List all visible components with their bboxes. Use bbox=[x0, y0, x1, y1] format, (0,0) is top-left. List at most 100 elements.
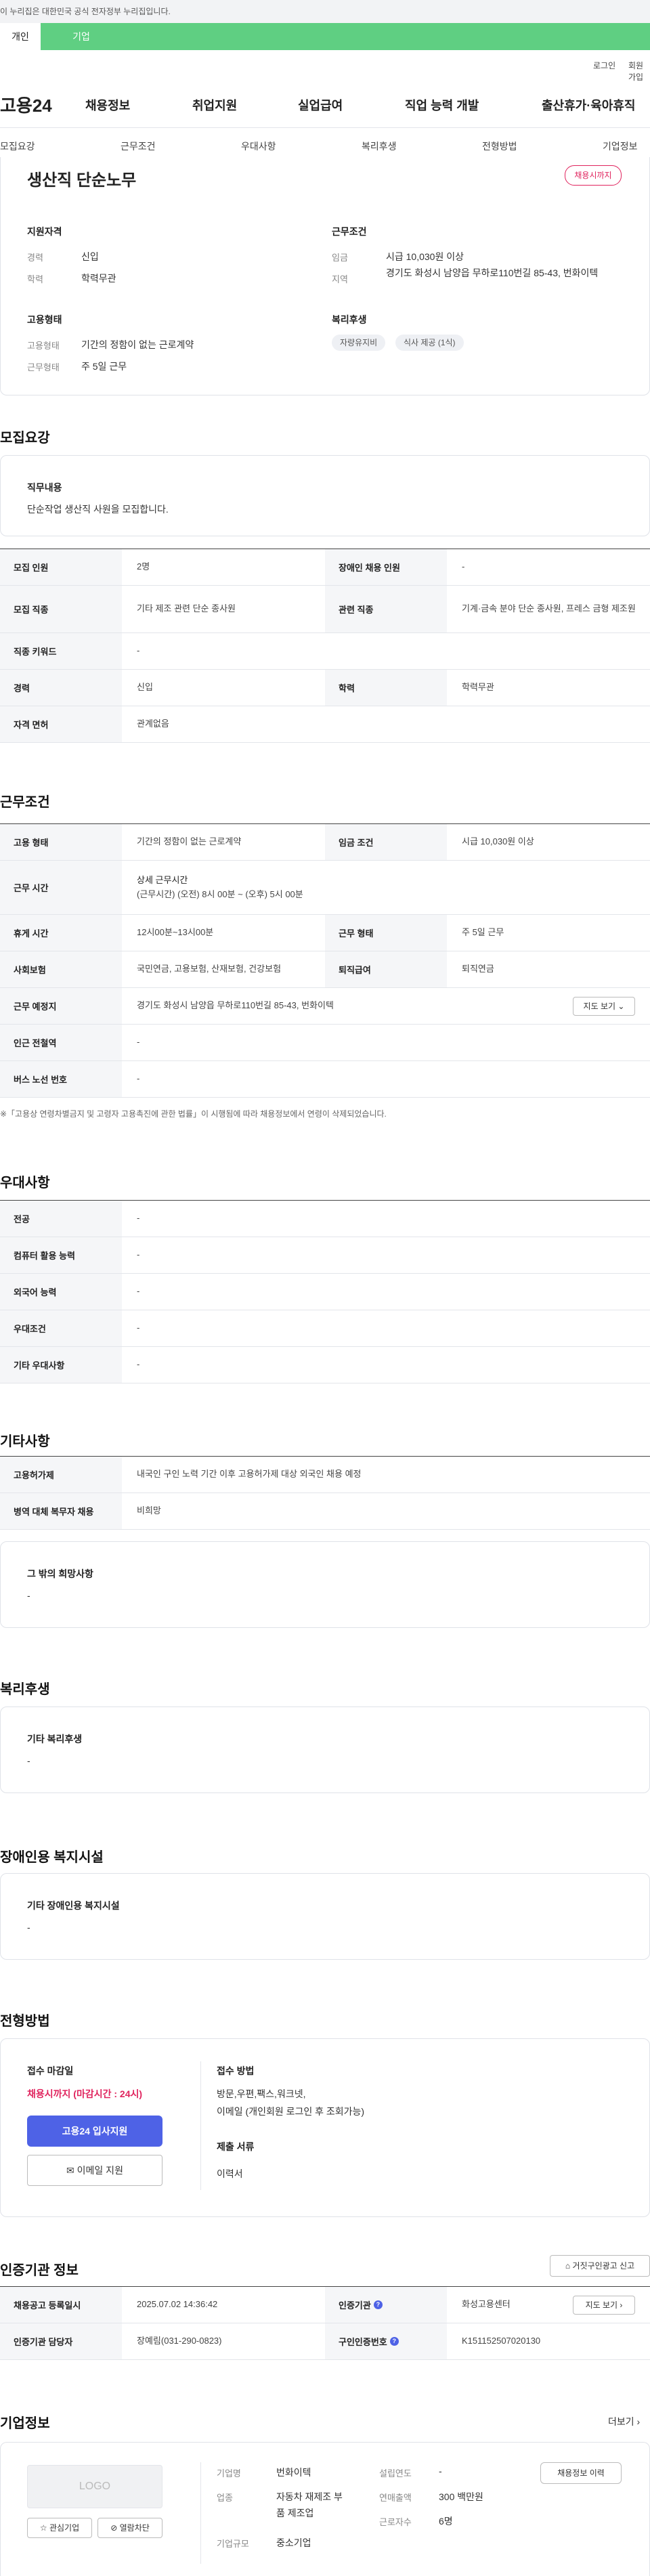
help-icon[interactable]: ? bbox=[373, 2300, 383, 2309]
subnav-preference[interactable]: 우대사항 bbox=[241, 139, 276, 153]
table-cell: K151152507020130 bbox=[462, 2336, 541, 2346]
table-row: 사회보험 국민연금, 고용보험, 산재보험, 건강보험 퇴직급여 퇴직연금 bbox=[0, 951, 650, 988]
welfare-other-heading: 기타 복리후생 bbox=[27, 1734, 83, 1744]
tab-company[interactable]: 기업 bbox=[41, 23, 122, 50]
gnb-item-parental-leave[interactable]: 출산휴가·육아휴직 bbox=[542, 96, 635, 114]
report-fake-ad-button[interactable]: ⌂ 거짓구인광고 신고 bbox=[550, 2255, 650, 2277]
table-header-cell: 휴게 시간 bbox=[0, 915, 122, 951]
disabled-heading: 기타 장애인용 복지시설 bbox=[27, 1900, 120, 1911]
block-company-button[interactable]: ⊘ 열람차단 bbox=[98, 2518, 162, 2538]
job-history-button[interactable]: 채용정보 이력 bbox=[540, 2462, 622, 2484]
gnb-item-jobs[interactable]: 채용정보 bbox=[85, 96, 130, 114]
apply-button[interactable]: 고용24 입사지원 bbox=[27, 2116, 162, 2147]
map-button[interactable]: 지도 보기 › bbox=[573, 2296, 635, 2315]
work-section-title: 근무조건 bbox=[0, 795, 50, 810]
table-row: 경력 신입 학력 학력무관 bbox=[0, 670, 650, 706]
table-header-cell: 근무 형태 bbox=[325, 915, 447, 951]
table-cell: - bbox=[137, 1359, 140, 1370]
table-cell: 비희망 bbox=[137, 1505, 161, 1516]
wage-value: 시급 10,030원 이상 bbox=[386, 251, 464, 262]
career-value: 신입 bbox=[81, 251, 99, 262]
table-header-cell: 우대조건 bbox=[0, 1310, 122, 1346]
table-header-cell: 관련 직종 bbox=[325, 586, 447, 632]
table-header-cell: 경력 bbox=[0, 670, 122, 706]
join-link[interactable]: 회원가입 bbox=[628, 60, 650, 83]
subnav-conditions[interactable]: 근무조건 bbox=[121, 139, 156, 153]
welfare-card bbox=[0, 1706, 650, 1793]
subnav-company[interactable]: 기업정보 bbox=[603, 139, 638, 153]
table-row: 휴게 시간 12시00분~13시00분 근무 형태 주 5일 근무 bbox=[0, 915, 650, 951]
company-name-value: 번화이텍 bbox=[276, 2467, 311, 2478]
table-cell: - bbox=[462, 561, 465, 572]
table-header-cell: 모집 직종 bbox=[0, 586, 122, 632]
table-cell: - bbox=[137, 1073, 140, 1084]
cert-section-title: 인증기관 정보 bbox=[0, 2263, 79, 2278]
welfare-other-value: - bbox=[27, 1755, 30, 1766]
table-cell: 기계·금속 분야 단순 종사원, 프레스 금형 제조원 bbox=[462, 603, 636, 614]
company-size-value: 중소기업 bbox=[276, 2537, 311, 2548]
table-header-cell: 전공 bbox=[0, 1201, 122, 1237]
table-row: 외국어 능력 - bbox=[0, 1274, 650, 1310]
gnb-item-employment-support[interactable]: 취업지원 bbox=[192, 96, 237, 114]
map-button[interactable]: 지도 보기 ⌄ bbox=[573, 997, 635, 1016]
table-cell: 관계없음 bbox=[137, 718, 169, 729]
table-cell: 주 5일 근무 bbox=[462, 927, 504, 938]
table-cell: - bbox=[137, 1249, 140, 1260]
table-header-cell: 구인인증번호? bbox=[325, 2323, 447, 2359]
divider bbox=[200, 2061, 201, 2190]
table-cell: 학력무관 bbox=[462, 682, 494, 693]
table-row: 고용 형태 기간의 정함이 없는 근로계약 임금 조건 시급 10,030원 이… bbox=[0, 824, 650, 861]
qualification-heading: 지원자격 bbox=[27, 226, 62, 237]
table-row: 인근 전철역 - bbox=[0, 1025, 650, 1061]
subnav-recruit[interactable]: 모집요강 bbox=[0, 139, 35, 153]
table-header-cell: 채용공고 등록일시 bbox=[0, 2287, 122, 2323]
table-cell: - bbox=[137, 645, 140, 656]
gnb-item-training[interactable]: 직업 능력 개발 bbox=[405, 96, 479, 114]
login-link[interactable]: 로그인 bbox=[593, 60, 615, 71]
table-row: 병역 대체 복무자 채용 비희망 bbox=[0, 1493, 650, 1530]
email-apply-button[interactable]: ✉ 이메일 지원 bbox=[27, 2155, 162, 2186]
method-value-2: 이메일 (개인회원 로그인 후 조회가능) bbox=[217, 2106, 365, 2117]
education-value: 학력무관 bbox=[81, 273, 116, 284]
table-row: 자격 면허 관계없음 bbox=[0, 706, 650, 743]
chevron-down-icon: ⌄ bbox=[618, 1002, 625, 1011]
conditions-heading: 근무조건 bbox=[332, 226, 367, 237]
employment-type-heading: 고용형태 bbox=[27, 314, 62, 325]
tab-individual[interactable]: 개인 bbox=[0, 23, 41, 50]
work-type-label: 근무형태 bbox=[27, 362, 60, 372]
table-row: 모집 직종 기타 제조 관련 단순 종사원 관련 직종 기계·금속 분야 단순 … bbox=[0, 586, 650, 633]
divider bbox=[200, 2462, 201, 2564]
other-wishes-value: - bbox=[27, 1590, 30, 1601]
table-row: 고용허가제 내국인 구인 노력 기간 이후 고용허가제 대상 외국인 채용 예정 bbox=[0, 1457, 650, 1493]
table-header-cell: 임금 조건 bbox=[325, 824, 447, 860]
site-logo[interactable]: 고용24 bbox=[0, 92, 52, 117]
welfare-chip: 식사 제공 (1식) bbox=[395, 335, 464, 351]
subnav-welfare[interactable]: 복리후생 bbox=[362, 139, 397, 153]
table-header-cell: 근무 시간 bbox=[0, 861, 122, 914]
pref-section-title: 우대사항 bbox=[0, 1176, 50, 1190]
etc-section-title: 기타사항 bbox=[0, 1434, 50, 1449]
duty-card bbox=[0, 455, 650, 536]
process-section-title: 전형방법 bbox=[0, 2014, 50, 2029]
table-header-cell: 근무 예정지 bbox=[0, 988, 122, 1024]
star-icon: ☆ bbox=[39, 2523, 47, 2533]
table-cell: - bbox=[137, 1286, 140, 1297]
table-header-cell: 외국어 능력 bbox=[0, 1274, 122, 1310]
wage-label: 임금 bbox=[332, 253, 348, 263]
gov-banner: 이 누리집은 대한민국 공식 전자정부 누리집입니다. bbox=[0, 0, 650, 23]
table-row: 직종 키워드 - bbox=[0, 633, 650, 670]
career-label: 경력 bbox=[27, 253, 43, 263]
other-wishes-heading: 그 밖의 희망사항 bbox=[27, 1568, 93, 1579]
table-header-cell: 기타 우대사항 bbox=[0, 1347, 122, 1383]
gnb-item-unemployment[interactable]: 실업급여 bbox=[298, 96, 343, 114]
founded-label: 설립연도 bbox=[379, 2468, 412, 2478]
hours-value: (근무시간) (오전) 8시 00분 ~ (오후) 5시 00분 bbox=[137, 888, 303, 899]
company-more-link[interactable]: 더보기 › bbox=[608, 2415, 640, 2428]
table-cell: 기타 제조 관련 단순 종사원 bbox=[137, 603, 236, 614]
education-label: 학력 bbox=[27, 274, 43, 284]
favorite-company-button[interactable]: ☆ 관심기업 bbox=[27, 2518, 92, 2538]
employees-label: 근로자수 bbox=[379, 2517, 412, 2527]
table-header-cell: 자격 면허 bbox=[0, 706, 122, 742]
subnav-process[interactable]: 전형방법 bbox=[482, 139, 517, 153]
help-icon[interactable]: ? bbox=[389, 2337, 399, 2346]
